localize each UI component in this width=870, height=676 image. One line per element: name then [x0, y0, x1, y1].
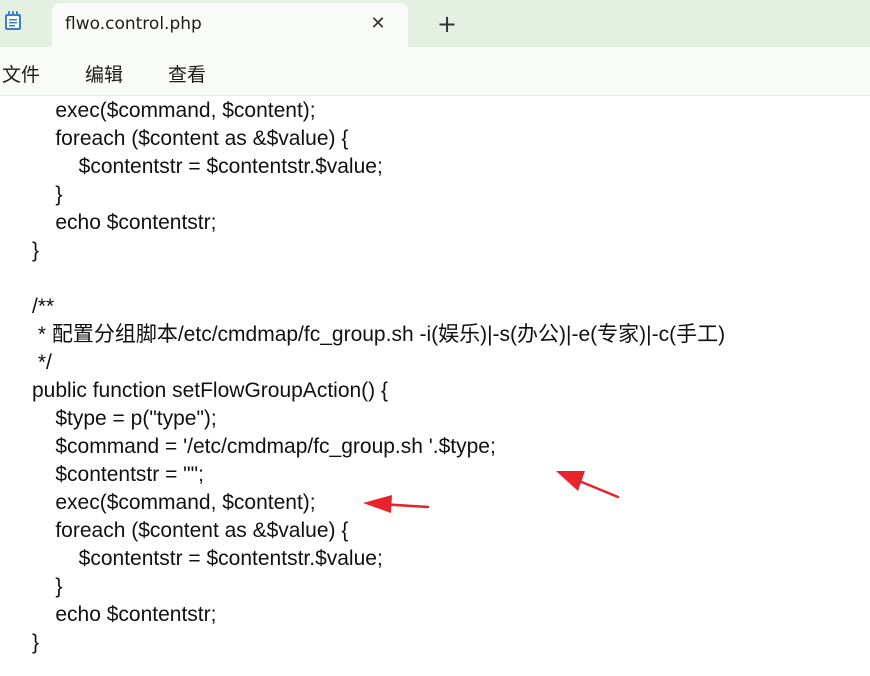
tab-file[interactable]: flwo.control.php ✕ — [52, 3, 408, 47]
notepad-window: flwo.control.php ✕ + 文件 编辑 查看 exec($comm… — [0, 0, 870, 676]
code-line: foreach ($content as &$value) { — [32, 519, 349, 542]
code-line: echo $contentstr; — [32, 211, 217, 234]
title-bar: flwo.control.php ✕ + — [0, 0, 870, 47]
code-line: } — [32, 239, 40, 262]
code-line: /** — [32, 295, 55, 318]
code-line: } — [32, 183, 63, 206]
code-line: */ — [32, 351, 52, 374]
menu-item-view[interactable]: 查看 — [168, 60, 206, 87]
close-icon[interactable]: ✕ — [368, 14, 388, 34]
menu-bar: 文件 编辑 查看 — [0, 47, 870, 96]
code-line: * 配置分组脚本/etc/cmdmap/fc_group.sh -i(娱乐)|-… — [32, 323, 726, 346]
code-line: $contentstr = ""; — [32, 463, 204, 486]
code-line: foreach ($content as &$value) { — [32, 127, 349, 150]
menu-item-file[interactable]: 文件 — [2, 60, 40, 87]
text-editor[interactable]: exec($command, $content); foreach ($cont… — [0, 96, 870, 676]
notepad-app-icon — [5, 11, 21, 30]
code-line: exec($command, $content); — [32, 99, 316, 122]
code-line: exec($command, $content); — [32, 491, 316, 514]
code-line: echo $contentstr; — [32, 603, 217, 626]
plus-icon[interactable]: + — [435, 12, 459, 36]
code-line: } — [32, 631, 40, 654]
menu-item-edit[interactable]: 编辑 — [85, 60, 123, 87]
code-line: $command = '/etc/cmdmap/fc_group.sh '.$t… — [32, 435, 496, 458]
code-line: $type = p("type"); — [32, 407, 217, 430]
tab-title: flwo.control.php — [65, 14, 202, 34]
code-line: $contentstr = $contentstr.$value; — [32, 547, 383, 570]
code-line: } — [32, 575, 63, 598]
code-line: $contentstr = $contentstr.$value; — [32, 155, 383, 178]
code-line: public function setFlowGroupAction() { — [32, 379, 389, 402]
